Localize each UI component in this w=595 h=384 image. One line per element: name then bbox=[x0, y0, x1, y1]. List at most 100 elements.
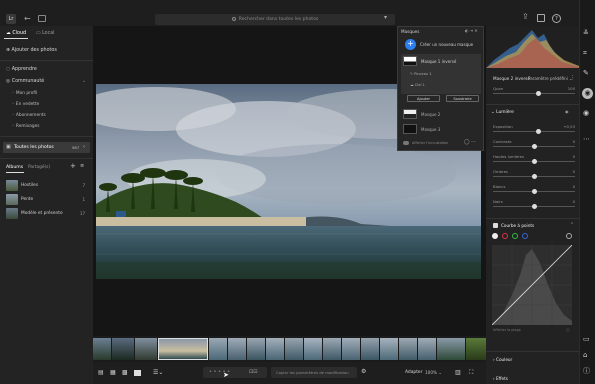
chevron-left-icon[interactable]: ‹ bbox=[83, 144, 85, 150]
curve-reset-icon[interactable]: ○ bbox=[566, 327, 570, 332]
blue-channel-icon[interactable] bbox=[522, 233, 528, 239]
album-item[interactable]: Hostiles 7 bbox=[6, 180, 88, 191]
redeye-tool-icon[interactable]: ◉ bbox=[583, 110, 589, 117]
more-options-icon[interactable]: ⋮ bbox=[570, 75, 575, 81]
filmstrip-thumbnail[interactable] bbox=[209, 338, 227, 360]
curve-section-header[interactable]: Courbe à points bbox=[501, 223, 534, 228]
filmstrip-thumbnail[interactable] bbox=[228, 338, 246, 360]
subtract-button[interactable]: Soustraire bbox=[446, 95, 479, 102]
highlights-slider[interactable]: Hautes lumières 0 bbox=[493, 154, 575, 164]
search-input[interactable]: Rechercher dans toutes les photos bbox=[155, 14, 395, 25]
exposure-slider[interactable]: Exposition +0,53 bbox=[493, 124, 575, 134]
create-mask-button[interactable]: + bbox=[405, 39, 416, 50]
upload-icon[interactable]: ⇪ bbox=[522, 13, 529, 21]
tag-icon[interactable]: ⌂ bbox=[583, 352, 587, 359]
light-visibility-icon[interactable]: ◉ bbox=[565, 109, 569, 114]
community-item-subscriptions[interactable]: ◦ Abonnements bbox=[12, 113, 46, 118]
mask-2-label[interactable]: Masque 2 bbox=[421, 112, 440, 117]
edit-tool-icon[interactable]: ≚ bbox=[583, 30, 589, 37]
detail-view-icon[interactable] bbox=[134, 370, 141, 376]
filmstrip-thumbnail[interactable] bbox=[93, 338, 111, 360]
learn-link[interactable]: ◌ Apprendre bbox=[6, 67, 37, 72]
preset-dropdown[interactable]: Paramètre prédéfini ⌄ bbox=[528, 76, 572, 81]
compare-icon[interactable]: ⊡⊡ bbox=[249, 369, 257, 375]
slider-knob[interactable] bbox=[536, 129, 542, 134]
tab-albums[interactable]: Albums bbox=[6, 165, 23, 170]
community-item-featured[interactable]: ◦ En vedette bbox=[12, 102, 39, 107]
rgb-channel-icon[interactable] bbox=[492, 233, 498, 239]
slider-knob[interactable] bbox=[531, 204, 537, 209]
amount-slider[interactable]: Quan 100 bbox=[493, 86, 575, 96]
filter-icon[interactable]: ▾ bbox=[384, 15, 387, 21]
filmstrip-thumbnail[interactable] bbox=[399, 338, 417, 360]
shadows-slider[interactable]: Ombres 0 bbox=[493, 169, 575, 179]
filmstrip-thumbnail[interactable] bbox=[418, 338, 436, 360]
whites-slider[interactable]: Blancs 0 bbox=[493, 184, 575, 194]
curve-chevron-icon[interactable]: ⌃ bbox=[570, 222, 574, 228]
filmstrip-thumbnail[interactable] bbox=[304, 338, 322, 360]
filmstrip-thumbnail[interactable] bbox=[361, 338, 379, 360]
masking-tool-icon[interactable]: ◉ bbox=[582, 88, 593, 99]
filmstrip-toggle-icon[interactable]: ▤ bbox=[98, 370, 104, 376]
curve-target-icon[interactable] bbox=[566, 233, 572, 239]
community-item-remixes[interactable]: ◦ Remixages bbox=[12, 124, 40, 129]
add-album-icon[interactable]: + bbox=[70, 163, 76, 170]
blacks-slider[interactable]: Noirs 0 bbox=[493, 199, 575, 209]
mask-1-sub-2[interactable]: ☁ Ciel 1 bbox=[410, 83, 425, 87]
window-icon[interactable] bbox=[38, 15, 46, 22]
slider-knob[interactable] bbox=[531, 159, 537, 164]
color-section-header[interactable]: › Couleur bbox=[493, 357, 512, 362]
effects-section-header[interactable]: › Effets bbox=[493, 376, 508, 381]
filmstrip-thumbnail[interactable] bbox=[323, 338, 341, 360]
before-after-icon[interactable]: ▥ bbox=[455, 370, 461, 376]
filmstrip-thumbnail[interactable] bbox=[437, 338, 465, 360]
chevron-down-icon[interactable]: ⌄ bbox=[82, 79, 86, 84]
contrast-slider[interactable]: Contraste 0 bbox=[493, 139, 575, 149]
crop-tool-icon[interactable]: ⌗ bbox=[583, 50, 587, 57]
back-arrow-icon[interactable]: ← bbox=[24, 15, 31, 23]
fit-button[interactable]: Adapter bbox=[405, 370, 422, 375]
tab-cloud[interactable]: ☁ Cloud bbox=[6, 31, 26, 36]
info-icon[interactable]: ⓘ bbox=[583, 368, 590, 375]
filmstrip-thumbnail[interactable] bbox=[466, 338, 486, 360]
filmstrip-thumbnail[interactable] bbox=[342, 338, 360, 360]
red-channel-icon[interactable] bbox=[502, 233, 508, 239]
rating-flag-group[interactable]: • • • • • ➤ ⊡⊡ bbox=[203, 367, 267, 379]
filmstrip-thumbnail[interactable] bbox=[266, 338, 284, 360]
slider-knob[interactable] bbox=[531, 189, 537, 194]
filmstrip-thumbnail[interactable] bbox=[380, 338, 398, 360]
overlay-options-icon[interactable]: ◯ ⋯ bbox=[464, 139, 476, 145]
fullscreen-icon[interactable]: ⛶ bbox=[469, 370, 473, 376]
curve-enable-checkbox[interactable] bbox=[493, 223, 498, 228]
filmstrip-thumbnail[interactable] bbox=[135, 338, 157, 360]
album-item[interactable]: Modèle et présente 17 bbox=[6, 208, 88, 219]
add-photos-button[interactable]: ⊕ Ajouter des photos bbox=[6, 48, 57, 53]
community-section[interactable]: ◎ Communauté bbox=[6, 79, 44, 84]
heal-tool-icon[interactable]: ✎ bbox=[583, 70, 589, 77]
slider-knob[interactable] bbox=[535, 91, 541, 96]
light-section-header[interactable]: ⌄ Lumière bbox=[491, 110, 514, 115]
mask-1-sub-1[interactable]: ✎ Pinceau 1 bbox=[410, 72, 432, 76]
add-button[interactable]: Ajouter bbox=[407, 95, 440, 102]
community-item-profile[interactable]: ◦ Mon profil bbox=[12, 91, 37, 96]
comments-icon[interactable]: ▭ bbox=[583, 336, 590, 343]
all-photos-item[interactable]: ▣ Toutes les photos 987 ‹ bbox=[3, 142, 90, 153]
tone-curve-graph[interactable] bbox=[492, 245, 572, 325]
help-icon[interactable]: ? bbox=[552, 14, 561, 23]
album-item[interactable]: Pente 1 bbox=[6, 194, 88, 205]
zoom-dropdown[interactable]: 100% ⌄ bbox=[425, 370, 442, 375]
sort-icon[interactable]: ≡ bbox=[80, 164, 84, 169]
green-channel-icon[interactable] bbox=[512, 233, 518, 239]
more-tools-icon[interactable]: ⋯ bbox=[583, 136, 590, 143]
curve-channel-picker[interactable] bbox=[492, 233, 572, 241]
grid-view-icon[interactable]: ▦ bbox=[110, 370, 116, 376]
share-icon[interactable] bbox=[537, 14, 545, 22]
masks-panel-icons[interactable]: ◐ ⇥ ✕ bbox=[465, 28, 478, 33]
filmstrip-thumbnail[interactable] bbox=[112, 338, 134, 360]
overlay-toggle[interactable] bbox=[403, 141, 409, 145]
filmstrip-thumbnail[interactable] bbox=[247, 338, 265, 360]
square-grid-icon[interactable]: ▩ bbox=[122, 370, 128, 376]
copy-settings-field[interactable]: Copier les paramètres de modification bbox=[271, 367, 357, 378]
tab-local[interactable]: ▭ Local bbox=[36, 31, 55, 36]
settings-icon[interactable]: ⚙ bbox=[361, 369, 366, 375]
